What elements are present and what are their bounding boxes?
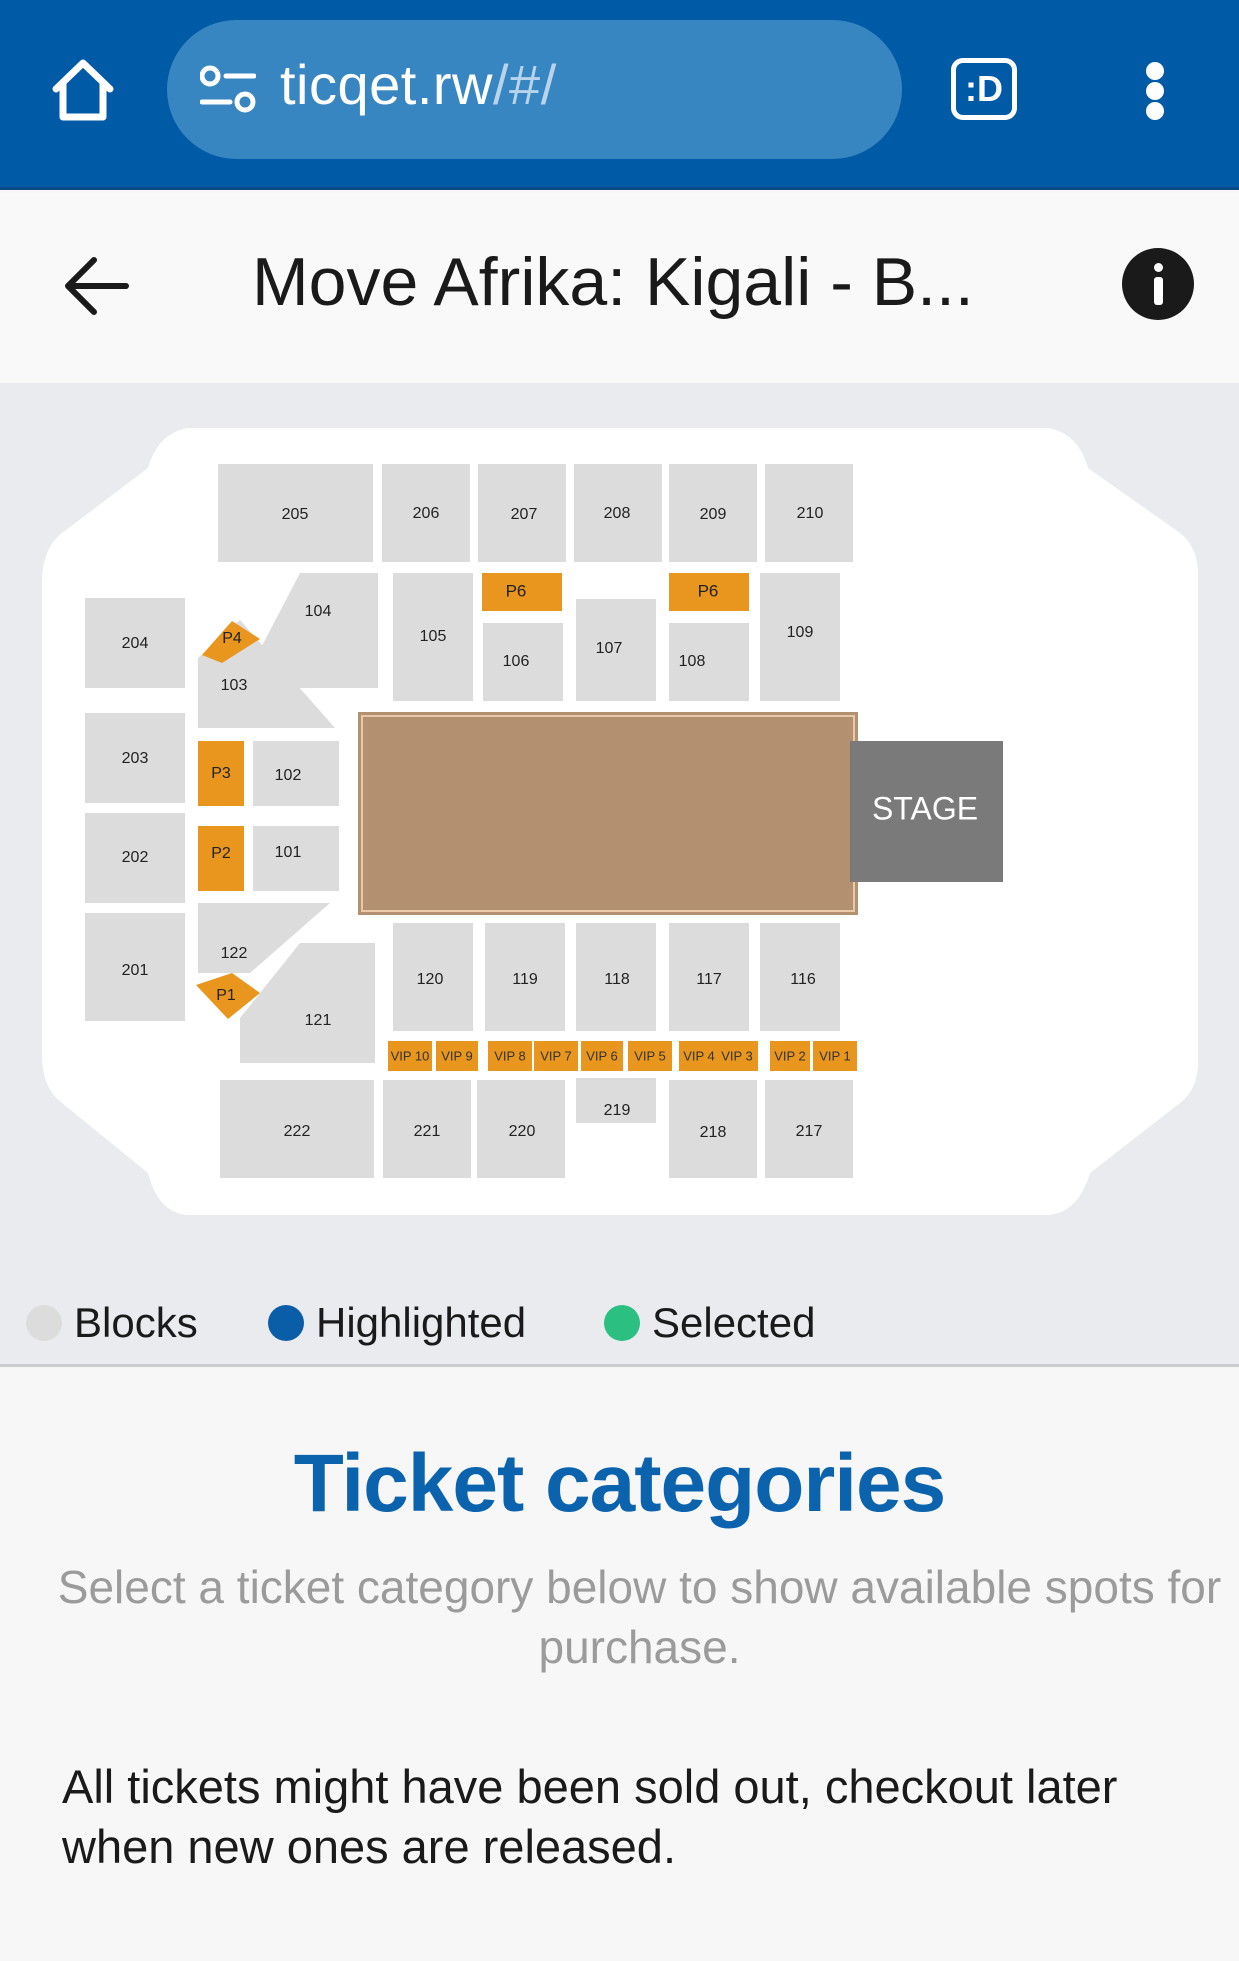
block-label-217: 217 <box>796 1123 823 1140</box>
premium-label-vip-8: VIP 8 <box>494 1048 526 1063</box>
site-settings-icon[interactable] <box>199 64 257 114</box>
block-label-202: 202 <box>122 849 149 866</box>
ticket-categories-section: Ticket categories Select a ticket catego… <box>0 1367 1239 1961</box>
block-label-102: 102 <box>275 767 302 784</box>
block-label-201: 201 <box>122 962 149 979</box>
premium-label-vip-10: VIP 10 <box>391 1048 430 1063</box>
premium-label-p3: P3 <box>211 765 231 782</box>
ticket-categories-subtitle: Select a ticket category below to show a… <box>57 1561 1222 1673</box>
info-icon[interactable] <box>1122 248 1194 320</box>
premium-label-p1: P1 <box>216 987 236 1004</box>
extension-button[interactable]: :D <box>951 58 1017 120</box>
block-label-121: 121 <box>305 1012 332 1029</box>
block-label-218: 218 <box>700 1124 727 1141</box>
block-label-207: 207 <box>511 506 538 523</box>
url-text[interactable]: ticqet.rw/#/ <box>280 52 557 117</box>
ticket-categories-title: Ticket categories <box>293 1438 947 1529</box>
legend-highlighted-label: Highlighted <box>316 1299 527 1346</box>
home-icon[interactable] <box>48 55 118 125</box>
block-label-109: 109 <box>787 624 814 641</box>
premium-label-vip-3: VIP 3 <box>721 1048 753 1063</box>
stage-label: STAGE <box>872 790 978 826</box>
page-title: Move Afrika: Kigali - B... <box>252 244 974 320</box>
block-label-219: 219 <box>604 1102 631 1119</box>
block-label-221: 221 <box>414 1123 441 1140</box>
block-label-103: 103 <box>221 677 248 694</box>
block-label-203: 203 <box>122 750 149 767</box>
block-label-104: 104 <box>305 603 332 620</box>
legend-highlighted: Highlighted <box>268 1283 526 1363</box>
block-label-101: 101 <box>275 844 302 861</box>
extension-label: :D <box>965 68 1003 109</box>
app-header: Move Afrika: Kigali - B... <box>0 193 1239 383</box>
legend-highlighted-dot <box>268 1305 304 1341</box>
block-label-107: 107 <box>596 640 623 657</box>
map-legend: Blocks Highlighted Selected <box>0 1283 1239 1363</box>
block-label-204: 204 <box>122 635 149 652</box>
premium-label-vip-9: VIP 9 <box>441 1048 473 1063</box>
block-label-205: 205 <box>282 506 309 523</box>
premium-label-p4: P4 <box>222 630 242 647</box>
premium-label-vip-5: VIP 5 <box>634 1048 666 1063</box>
browser-toolbar: ticqet.rw/#/ :D <box>0 0 1239 190</box>
premium-label-vip-1: VIP 1 <box>819 1048 851 1063</box>
sold-out-note: All tickets might have been sold out, ch… <box>62 1760 1118 1873</box>
premium-label-vip-2: VIP 2 <box>774 1048 806 1063</box>
legend-blocks-label: Blocks <box>74 1299 198 1346</box>
floor-area[interactable] <box>358 712 858 915</box>
url-host: ticqet.rw <box>280 53 493 116</box>
block-label-206: 206 <box>413 505 440 522</box>
block-label-209: 209 <box>700 506 727 523</box>
premium-label-p2: P2 <box>211 845 231 862</box>
block-label-106: 106 <box>503 653 530 670</box>
block-label-210: 210 <box>797 505 824 522</box>
more-options-icon[interactable] <box>1132 56 1178 126</box>
block-label-222: 222 <box>284 1123 311 1140</box>
legend-blocks-dot <box>26 1305 62 1341</box>
seat-map-area: 205 206 207 208 209 210 204 203 202 201 105 106 107 1… <box>0 383 1239 1366</box>
legend-selected-label: Selected <box>652 1299 816 1346</box>
block-label-117: 117 <box>696 971 722 988</box>
premium-label-p6-right: P6 <box>698 581 719 600</box>
url-path: /#/ <box>493 53 557 116</box>
premium-label-p6-left: P6 <box>506 581 527 600</box>
back-arrow-icon[interactable] <box>60 253 132 319</box>
block-label-120: 120 <box>417 971 444 988</box>
premium-label-vip-4: VIP 4 <box>683 1048 715 1063</box>
block-label-116: 116 <box>790 971 816 988</box>
legend-selected-dot <box>604 1305 640 1341</box>
block-label-108: 108 <box>679 653 706 670</box>
block-label-105: 105 <box>420 628 447 645</box>
block-label-118: 118 <box>604 971 630 988</box>
block-label-122: 122 <box>221 945 248 962</box>
address-bar[interactable]: ticqet.rw/#/ <box>167 20 902 159</box>
app-root: ticqet.rw/#/ :D Move Afrika: Kigali - B.… <box>0 0 1239 1961</box>
block-label-208: 208 <box>604 505 631 522</box>
premium-label-vip-7: VIP 7 <box>540 1048 572 1063</box>
block-label-220: 220 <box>509 1123 536 1140</box>
legend-selected: Selected <box>604 1283 815 1363</box>
seat-map: 205 206 207 208 209 210 204 203 202 201 105 106 107 1… <box>42 428 1199 1215</box>
block-label-119: 119 <box>512 971 538 988</box>
premium-label-vip-6: VIP 6 <box>586 1048 618 1063</box>
legend-blocks: Blocks <box>26 1283 198 1363</box>
